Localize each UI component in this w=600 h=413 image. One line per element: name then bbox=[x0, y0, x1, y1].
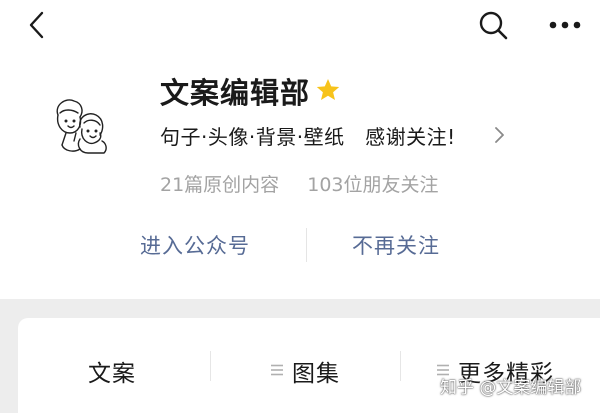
friends-following-count: 103位朋友关注 bbox=[307, 174, 439, 196]
search-icon bbox=[479, 11, 508, 40]
chevron-right-icon bbox=[495, 127, 504, 143]
search-button[interactable] bbox=[476, 8, 510, 42]
divider bbox=[306, 228, 307, 262]
star-icon bbox=[316, 79, 340, 100]
avatar[interactable] bbox=[44, 93, 116, 165]
account-name: 文案编辑部 bbox=[160, 76, 311, 110]
account-stats: 21篇原创内容 103位朋友关注 bbox=[160, 170, 461, 197]
divider bbox=[210, 351, 211, 381]
couple-sketch-icon bbox=[56, 99, 107, 154]
menu-lines-icon bbox=[271, 364, 283, 376]
more-options-button[interactable] bbox=[548, 10, 582, 40]
original-count: 21篇原创内容 bbox=[160, 174, 280, 196]
chevron-left-icon bbox=[29, 11, 44, 39]
watermark: 知乎 @文案编辑部 bbox=[440, 378, 582, 398]
unfollow-button[interactable]: 不再关注 bbox=[352, 230, 452, 262]
menu-item-tuji[interactable]: 图集 bbox=[270, 354, 340, 388]
enter-account-button[interactable]: 进入公众号 bbox=[140, 230, 262, 262]
account-bio: 句子·头像·背景·壁纸 感谢关注! bbox=[160, 125, 456, 149]
back-button[interactable] bbox=[22, 9, 54, 41]
bio-row[interactable]: 句子·头像·背景·壁纸 感谢关注! bbox=[160, 119, 520, 151]
more-dots-icon bbox=[549, 21, 581, 29]
divider bbox=[400, 351, 401, 381]
menu-item-label: 图集 bbox=[292, 361, 340, 387]
menu-item-wenan[interactable]: 文案 bbox=[88, 354, 136, 388]
top-bar bbox=[0, 0, 600, 50]
bottom-menu: 文案 图集 更多精彩 bbox=[18, 318, 600, 413]
menu-item-label: 文案 bbox=[88, 361, 136, 387]
account-profile-card: 文案编辑部 句子·头像·背景·壁纸 感谢关注! 21篇原创内容 103位朋友关注… bbox=[0, 0, 600, 299]
